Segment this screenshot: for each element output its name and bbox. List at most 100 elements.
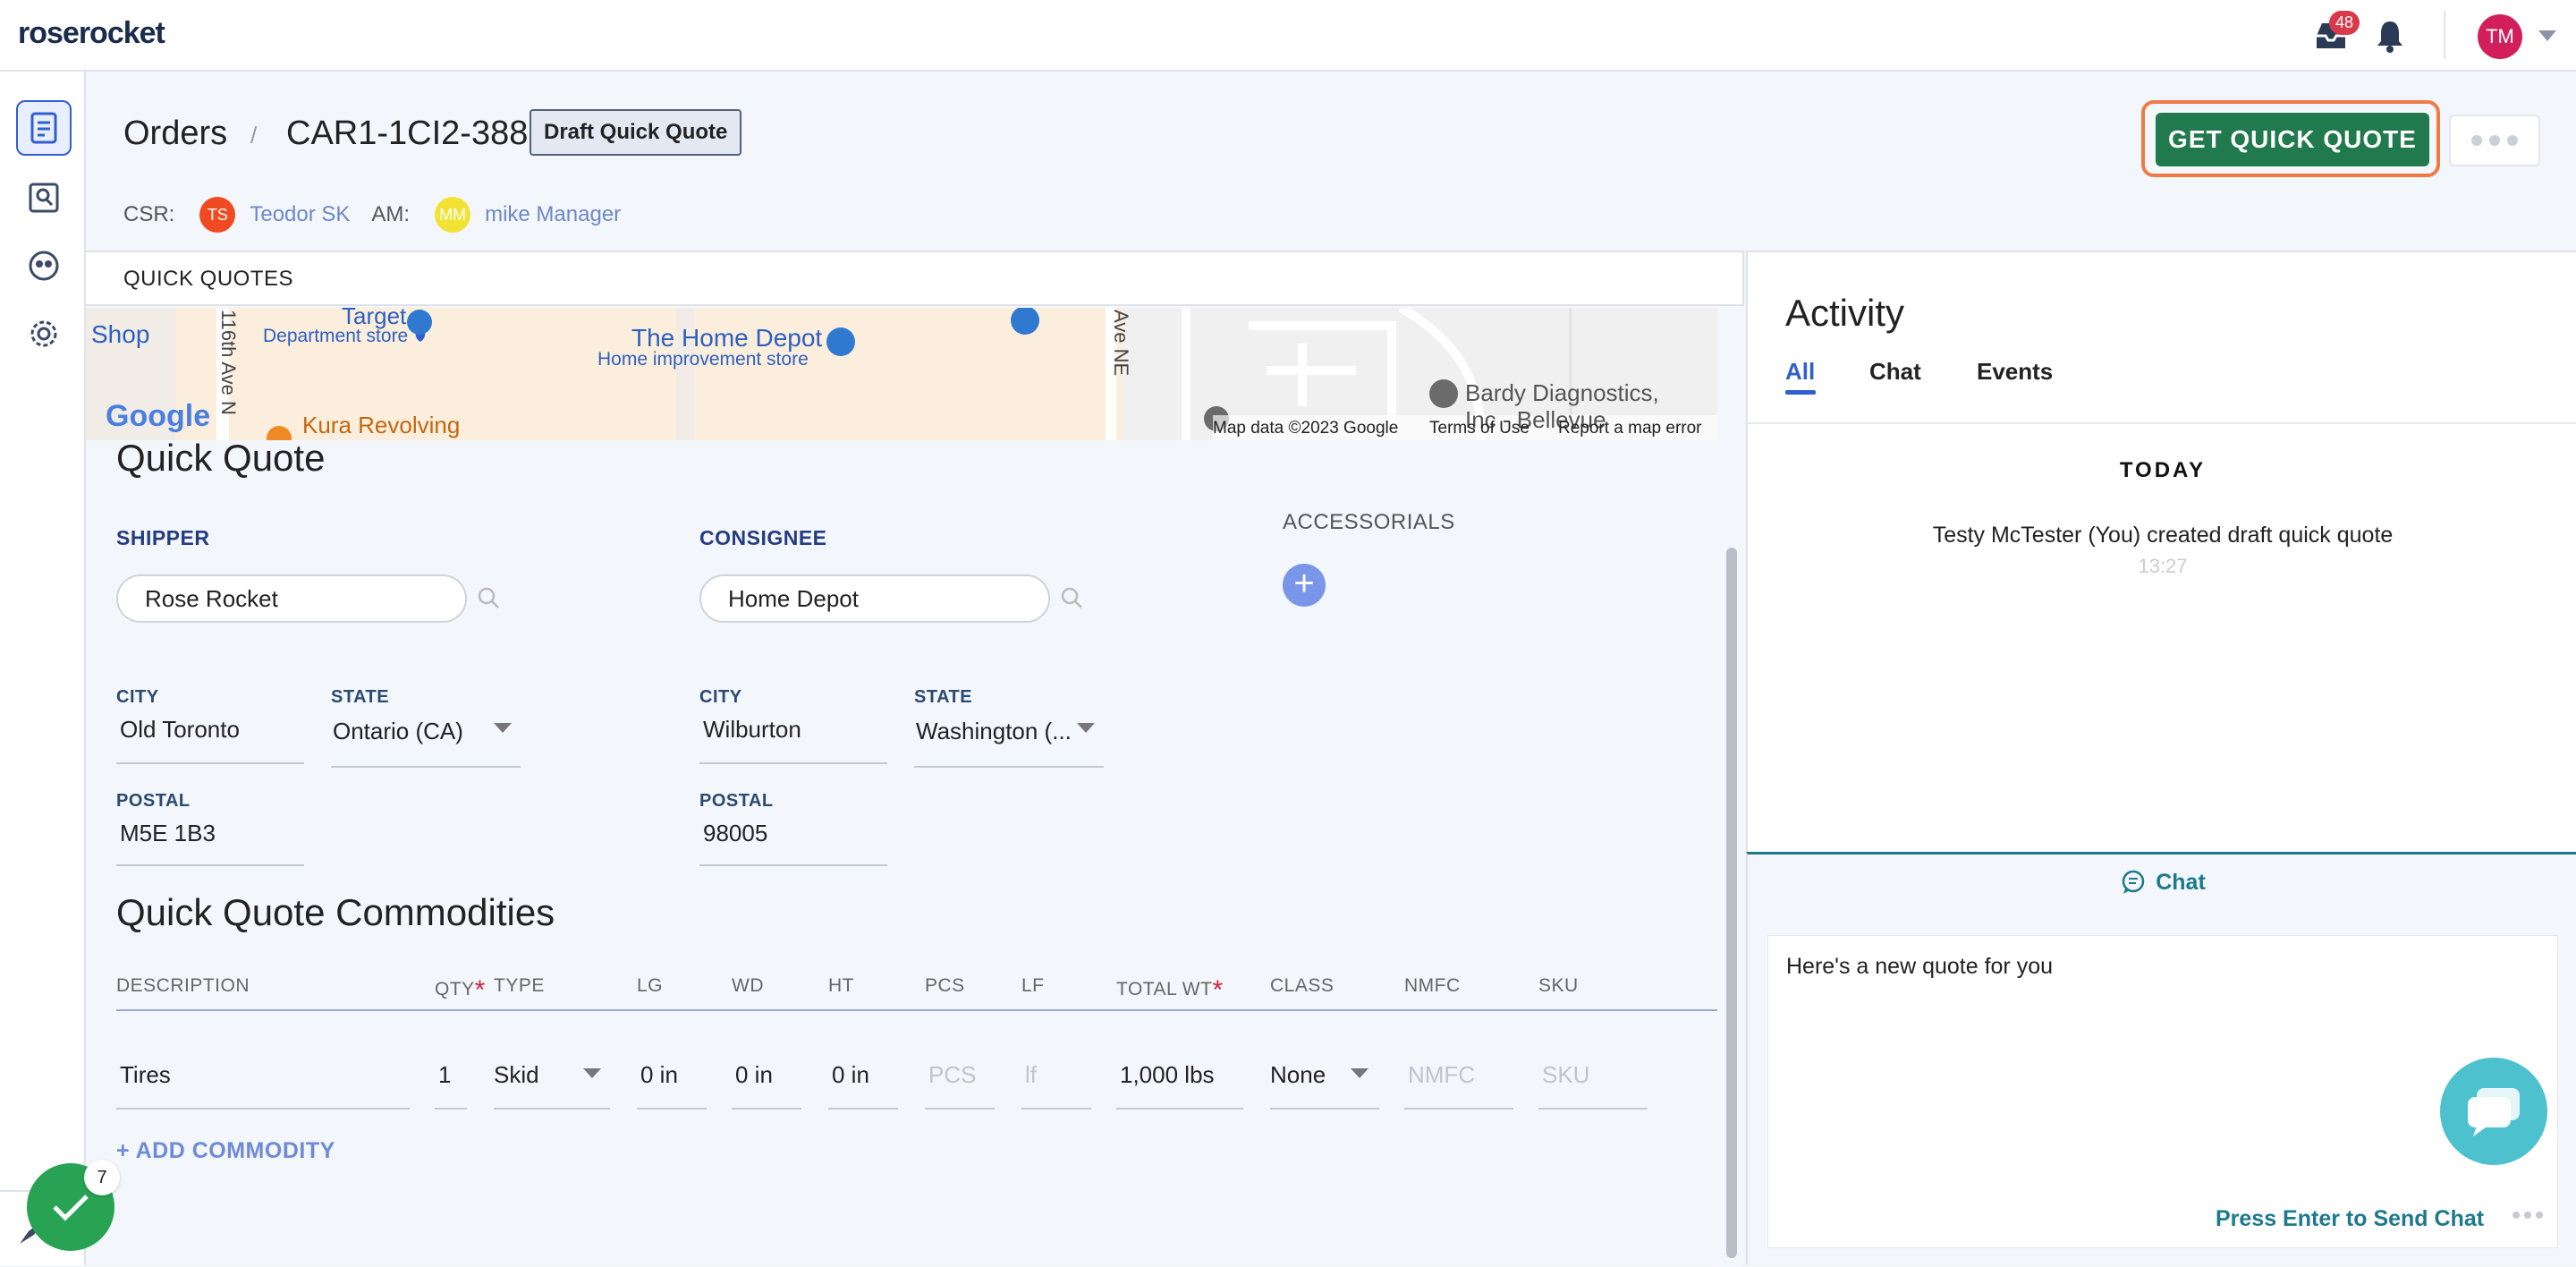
field-underline [116,762,304,764]
divider [2444,11,2445,59]
map-label-shop: Shop [91,320,150,348]
user-avatar[interactable]: TM [2478,14,2522,59]
col-header-total-wt-text: TOTAL WT [1116,979,1213,999]
tab-all[interactable]: All [1785,358,1815,386]
search-icon[interactable] [476,585,501,610]
field-underline [331,766,521,768]
lf-cell[interactable]: lf [1025,1061,1037,1089]
field-underline [1021,1108,1091,1110]
tab-quick-quotes[interactable]: QUICK QUOTES [86,252,1744,306]
quick-quote-title: Quick Quote [116,437,326,479]
shipper-input[interactable]: Rose Rocket [116,574,467,623]
consignee-input[interactable]: Home Depot [699,574,1050,623]
consignee-state-select[interactable]: Washington (... [916,718,1072,745]
chat-more-button[interactable] [2512,1212,2543,1219]
tab-chat[interactable]: Chat [1869,358,1921,386]
shipper-label: SHIPPER [116,526,210,549]
sidebar-item-settings[interactable] [16,306,72,361]
activity-timestamp: 13:27 [2138,555,2188,577]
activity-message: Testy McTester (You) created draft quick… [1932,523,2394,548]
shipper-postal-field[interactable]: M5E 1B3 [120,820,216,847]
tab-events[interactable]: Events [1977,358,2053,386]
chevron-down-icon[interactable] [1351,1068,1368,1078]
sidebar-item-orders[interactable] [16,100,72,156]
chat-title: Chat [2156,869,2206,895]
class-select[interactable]: None [1270,1061,1326,1089]
field-underline [914,766,1104,768]
logo[interactable]: roserocket [18,16,165,51]
dot [2489,135,2500,146]
am-label: AM: [371,202,411,226]
support-chat-button[interactable] [2440,1058,2547,1165]
shipper-postal-label: POSTAL [116,791,191,811]
description-cell[interactable]: Tires [120,1061,171,1089]
search-icon[interactable] [1059,585,1084,610]
breadcrumb-separator: / [250,122,258,149]
field-underline [1404,1108,1513,1110]
map-report-link[interactable]: Report a map error [1558,419,1702,438]
add-accessorial-button[interactable]: + [1283,564,1326,607]
shipper-state-select[interactable]: Ontario (CA) [333,718,463,745]
status-badge: Draft Quick Quote [530,109,742,156]
bell-icon[interactable] [2370,16,2410,55]
chevron-down-icon[interactable] [494,723,512,733]
more-options-button[interactable] [2449,115,2540,166]
commodities-title: Quick Quote Commodities [116,891,555,933]
assignees-row: CSR: TS Teodor SK AM: MM mike Manager [123,197,621,233]
sidebar-item-search-documents[interactable] [16,170,72,225]
top-bar: roserocket 48 TM [0,0,2576,72]
checkmark-icon [53,1195,89,1221]
sidebar-item-contacts[interactable] [16,238,72,293]
chevron-down-icon[interactable] [583,1068,601,1078]
map-attribution: Map data ©2023 Google [1213,419,1399,438]
chat-header[interactable]: Chat [1748,869,2576,896]
col-header-ht: HT [828,975,854,996]
nmfc-cell[interactable]: NMFC [1408,1061,1475,1089]
sku-cell[interactable]: SKU [1542,1061,1589,1089]
total-wt-cell[interactable]: 1,000 lbs [1120,1061,1215,1089]
breadcrumb-orders[interactable]: Orders [123,115,227,153]
activity-panel: Activity All Chat Events TODAY Testy McT… [1746,251,2576,854]
scrollbar-thumb[interactable] [1726,548,1737,1258]
divider [1748,422,2576,424]
am-name[interactable]: mike Manager [485,202,621,227]
consignee-postal-field[interactable]: 98005 [703,820,767,847]
ht-cell[interactable]: 0 in [832,1061,869,1089]
map-label-street-ave: Ave NE [1110,310,1132,377]
wd-cell[interactable]: 0 in [735,1061,773,1089]
speech-bubble-icon [2468,1088,2520,1136]
quote-panel: QUICK QUOTES Shop Target Department stor… [86,251,1744,1267]
lg-cell[interactable]: 0 in [640,1061,678,1089]
col-header-lg: LG [637,975,664,996]
map[interactable]: Shop Target Department store The Home De… [86,308,1717,440]
consignee-city-field[interactable]: Wilburton [703,716,801,744]
send-chat-hint[interactable]: Press Enter to Send Chat [2216,1206,2484,1232]
table-header-divider [116,1009,1717,1011]
map-label-street-116: 116th Ave N [217,310,240,415]
col-header-qty-text: QTY [435,979,475,999]
add-commodity-button[interactable]: + ADD COMMODITY [116,1138,335,1164]
get-quick-quote-button[interactable]: GET QUICK QUOTE [2156,113,2429,166]
field-underline [1538,1108,1648,1110]
col-header-description: DESCRIPTION [116,975,250,996]
page-title: CAR1-1CI2-388 [286,115,529,152]
consignee-state-label: STATE [914,687,973,707]
chevron-down-icon[interactable] [1077,723,1095,733]
shipper-city-field[interactable]: Old Toronto [120,716,240,744]
chat-input[interactable]: Here's a new quote for you Press Enter t… [1767,935,2558,1248]
csr-name[interactable]: Teodor SK [250,202,350,227]
col-header-nmfc: NMFC [1404,975,1461,996]
qty-cell[interactable]: 1 [438,1061,451,1089]
logo-text-rose: rose [18,16,80,50]
map-terms-link[interactable]: Terms of Use [1429,419,1530,438]
chat-panel: Chat Here's a new quote for you Press En… [1746,852,2576,1265]
document-icon [30,112,57,144]
field-underline [1270,1108,1379,1110]
field-underline [732,1108,801,1110]
image-search-icon [29,183,59,213]
type-select[interactable]: Skid [494,1061,539,1089]
chevron-down-icon[interactable] [2538,30,2556,41]
consignee-city-label: CITY [699,687,742,707]
required-mark: * [1212,975,1224,1005]
pcs-cell[interactable]: PCS [928,1061,976,1089]
